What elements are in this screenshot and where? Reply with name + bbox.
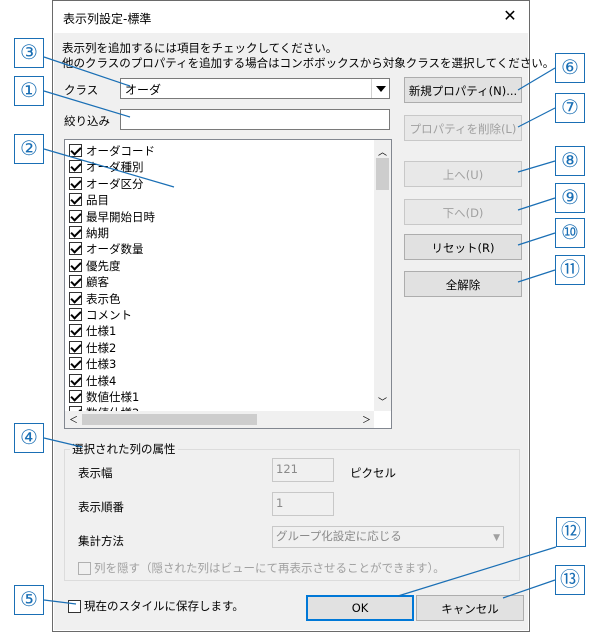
delete-property-button[interactable]: プロパティを削除(L): [404, 115, 522, 141]
scroll-right-icon[interactable]: ＞: [362, 413, 371, 426]
hide-column-label: 列を隠す（隠された列はビューにて再表示させることができます）。: [94, 561, 445, 575]
dialog-title: 表示列設定-標準: [63, 12, 152, 26]
callout-3: ③: [14, 38, 44, 68]
callout-12: ⑫: [556, 517, 586, 547]
vertical-scrollbar-thumb[interactable]: [376, 158, 389, 190]
width-unit-label: ピクセル: [350, 466, 396, 480]
save-style-checkbox[interactable]: [68, 600, 81, 613]
column-checkbox[interactable]: [69, 209, 82, 223]
width-field[interactable]: 121: [272, 458, 334, 482]
column-checkbox[interactable]: [69, 357, 82, 371]
ok-button[interactable]: OK: [306, 595, 414, 621]
column-checkbox[interactable]: [69, 242, 82, 256]
column-checkbox[interactable]: [69, 258, 82, 272]
new-property-button[interactable]: 新規プロパティ(N)...: [404, 77, 522, 103]
column-label: 顧客: [86, 275, 109, 290]
horizontal-scrollbar-thumb[interactable]: [82, 414, 257, 425]
callout-10: ⑩: [555, 218, 585, 248]
column-label: 品目: [86, 193, 109, 208]
instruction-text-1: 表示列を追加するには項目をチェックしてください。: [62, 41, 338, 55]
column-label: 仕様3: [86, 357, 117, 372]
column-checkbox[interactable]: [69, 291, 82, 305]
order-label: 表示順番: [78, 500, 124, 514]
column-label: 数値仕様1: [86, 390, 140, 404]
filter-input[interactable]: [120, 109, 390, 130]
column-label: オーダコード: [86, 144, 155, 158]
instruction-text-2: 他のクラスのプロパティを追加する場合はコンボボックスから対象クラスを選択してくだ…: [62, 56, 555, 70]
column-label: オーダ区分: [86, 176, 144, 191]
aggregate-combobox-value: グループ化設定に応じる: [276, 529, 402, 543]
display-column-settings-dialog: 表示列設定-標準 ✕ 表示列を追加するには項目をチェックしてください。 他のクラ…: [52, 0, 554, 632]
column-label: 仕様4: [86, 373, 117, 388]
order-field[interactable]: 1: [272, 492, 334, 516]
hide-column-checkbox[interactable]: [78, 562, 91, 575]
column-label: 納期: [86, 226, 109, 240]
column-checkbox[interactable]: [69, 275, 82, 289]
column-label: 表示色: [86, 291, 121, 306]
callout-8: ⑧: [555, 146, 585, 176]
clear-all-button[interactable]: 全解除: [404, 271, 522, 297]
vertical-scrollbar[interactable]: ︿ ﹀: [374, 140, 391, 411]
callout-2: ②: [14, 134, 44, 164]
attributes-group-title: 選択された列の属性: [70, 441, 178, 457]
aggregate-combobox[interactable]: グループ化設定に応じる ▼: [272, 526, 504, 548]
chevron-down-icon[interactable]: [371, 79, 389, 98]
callout-1: ①: [14, 76, 44, 106]
width-label: 表示幅: [78, 466, 113, 480]
column-checklist[interactable]: オーダコード オーダ種別 オーダ区分品目 最早開始日時 納期オーダ数量 優先度顧客 表示色コ…: [64, 139, 392, 429]
column-checkbox[interactable]: [69, 176, 82, 190]
column-checkbox[interactable]: [69, 308, 82, 321]
column-label: 優先度: [86, 258, 121, 273]
dialog-body: 表示列を追加するには項目をチェックしてください。 他のクラスのプロパティを追加す…: [54, 33, 554, 630]
column-checkbox[interactable]: [69, 340, 82, 354]
callout-11: ⑪: [555, 255, 585, 285]
filter-label: 絞り込み: [64, 114, 110, 128]
column-label: 仕様1: [86, 324, 117, 339]
class-combobox[interactable]: オーダ: [120, 78, 390, 99]
move-down-button[interactable]: 下へ(D): [404, 199, 522, 225]
aggregate-label: 集計方法: [78, 534, 124, 548]
callout-9: ⑨: [555, 183, 585, 213]
scroll-up-icon[interactable]: ︿: [378, 145, 387, 158]
callout-6: ⑥: [555, 53, 585, 83]
column-checkbox[interactable]: [69, 373, 82, 387]
column-checkbox[interactable]: [69, 144, 82, 157]
scroll-down-icon[interactable]: ﹀: [378, 395, 387, 408]
column-checkbox[interactable]: [69, 160, 82, 174]
horizontal-scrollbar[interactable]: ＜ ＞: [65, 411, 374, 428]
class-label: クラス: [64, 83, 99, 97]
column-label: 仕様2: [86, 340, 117, 355]
move-up-button[interactable]: 上へ(U): [404, 161, 522, 187]
class-combobox-value: オーダ: [125, 83, 162, 97]
cancel-button[interactable]: キャンセル: [416, 595, 524, 621]
column-checkbox[interactable]: [69, 390, 82, 403]
callout-4: ④: [14, 423, 44, 453]
column-checkbox[interactable]: [69, 193, 82, 207]
column-label: 最早開始日時: [86, 209, 155, 224]
scroll-left-icon[interactable]: ＜: [69, 413, 78, 426]
column-checkbox[interactable]: [69, 324, 82, 338]
column-checkbox[interactable]: [69, 226, 82, 239]
title-bar: 表示列設定-標準 ✕: [53, 1, 529, 33]
close-icon[interactable]: ✕: [501, 7, 519, 25]
callout-13: ⑬: [555, 565, 585, 595]
save-style-label: 現在のスタイルに保存します。: [84, 599, 244, 613]
callout-7: ⑦: [555, 93, 585, 123]
callout-5: ⑤: [14, 585, 44, 615]
column-label: オーダ種別: [86, 160, 144, 175]
column-label: コメント: [86, 308, 132, 322]
chevron-down-icon[interactable]: ▼: [493, 529, 500, 547]
column-label: オーダ数量: [86, 242, 144, 257]
reset-button[interactable]: リセット(R): [404, 234, 522, 260]
